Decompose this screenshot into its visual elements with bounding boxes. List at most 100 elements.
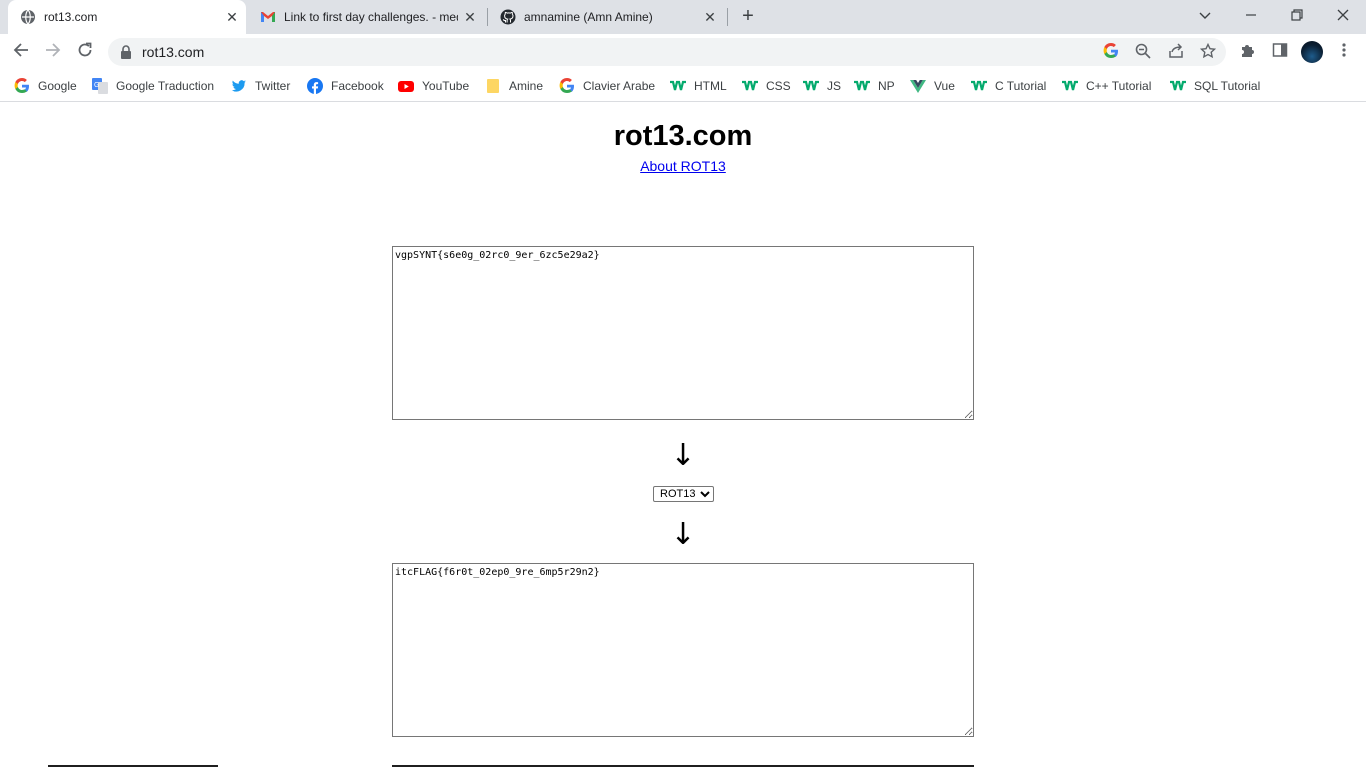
bookmark-html[interactable]: HTML [670,76,727,96]
bookmark-label: C Tutorial [995,79,1047,93]
bookmark-label: Facebook [331,79,384,93]
reload-button[interactable] [72,39,98,65]
bookmark-clavier-arabe[interactable]: Clavier Arabe [559,76,655,96]
output-textarea[interactable]: itcFLAG{f6r0t_02ep0_9re_6mp5r29n2} [392,563,974,737]
down-arrow-icon: ↓ [670,438,696,473]
github-icon [500,9,516,25]
w3schools-icon [971,80,987,91]
address-bar[interactable]: rot13.com [108,38,1226,66]
bookmark-js[interactable]: JS [803,76,841,96]
tab-title: rot13.com [44,10,98,24]
globe-icon [21,9,35,25]
restore-icon [1291,9,1303,21]
url-text[interactable]: rot13.com [142,44,204,60]
input-textarea[interactable]: vgpSYNT{s6e0g_02rc0_9er_6zc5e29a2} [392,246,974,420]
tab-search-button[interactable] [1193,5,1217,27]
tab-title: amnamine (Amn Amine) [524,10,653,24]
bookmark-label: Google Traduction [116,79,215,93]
w3schools-icon [1170,80,1186,91]
tab-gmail[interactable]: Link to first day challenges. - med ✕ [248,0,486,34]
w3schools-icon [670,80,686,91]
zoom-out-icon [1135,43,1151,59]
bookmark-vue[interactable]: Vue [910,76,955,96]
svg-text:G: G [94,82,99,89]
close-window-button[interactable] [1331,5,1355,27]
bookmark-twitter[interactable]: Twitter [231,76,290,96]
twitter-icon [231,80,246,92]
side-panel-icon [1272,43,1288,57]
bottom-edge-segment [48,765,218,767]
bookmark-star-button[interactable] [1199,42,1217,61]
w3schools-icon [1062,80,1078,91]
bookmark-cpp-tutorial[interactable]: C++ Tutorial [1062,76,1151,96]
google-translate-icon: G [92,78,108,94]
tab-strip: rot13.com ✕ Link to first day challenges… [0,0,1366,34]
bookmark-folder-amine[interactable]: Amine [485,76,543,96]
tab-github[interactable]: amnamine (Amn Amine) ✕ [488,0,726,34]
bookmark-label: Clavier Arabe [583,79,656,93]
bookmark-css[interactable]: CSS [742,76,791,96]
close-tab-icon[interactable]: ✕ [224,9,240,25]
vue-icon [910,80,926,93]
bookmark-label: Google [38,79,77,93]
bottom-edge-segment [392,765,974,767]
kebab-menu-icon [1342,43,1346,57]
about-rot13-link[interactable]: About ROT13 [640,158,726,174]
youtube-icon [398,81,414,92]
profile-avatar[interactable] [1301,41,1323,63]
bookmark-label: CSS [766,79,791,93]
google-icon [559,78,574,93]
w3schools-icon [742,80,758,91]
forward-button[interactable] [40,39,66,65]
bookmarks-bar: Google G Google Traduction Twitter Faceb… [0,70,1366,102]
w3schools-icon [854,80,870,91]
page-title: rot13.com [613,120,753,152]
bottom-edge [0,764,1366,768]
bookmark-label: HTML [694,79,727,93]
close-tab-icon[interactable]: ✕ [702,9,718,25]
gmail-icon [261,12,275,22]
bookmark-google-traduction[interactable]: G Google Traduction [92,76,214,96]
bookmark-label: C++ Tutorial [1086,79,1152,93]
bookmark-label: Amine [509,79,544,93]
bookmark-c-tutorial[interactable]: C Tutorial [971,76,1046,96]
close-tab-icon[interactable]: ✕ [462,9,478,25]
bookmark-label: NP [878,79,895,93]
bookmark-facebook[interactable]: Facebook [307,76,384,96]
arrow-left-icon [13,43,28,57]
tab-separator [727,8,728,26]
back-button[interactable] [8,39,34,65]
chevron-down-icon [1199,12,1211,19]
google-icon [1103,43,1118,58]
bookmark-sql-tutorial[interactable]: SQL Tutorial [1170,76,1260,96]
bookmark-label: Vue [934,79,955,93]
web-page: rot13.com About ROT13 vgpSYNT{s6e0g_02rc… [0,103,1366,768]
share-button[interactable] [1167,43,1185,61]
arrow-right-icon [46,43,61,57]
tab-rot13[interactable]: rot13.com ✕ [8,0,246,34]
browser-toolbar: rot13.com [0,34,1366,70]
browser-menu-button[interactable] [1334,42,1354,62]
minimize-button[interactable] [1239,5,1263,27]
bookmark-label: Twitter [255,79,291,93]
reload-icon [78,42,92,57]
lock-icon [121,45,131,59]
new-tab-button[interactable]: + [736,6,760,28]
side-panel-button[interactable] [1270,42,1290,62]
zoom-button[interactable] [1134,43,1152,61]
bookmark-youtube[interactable]: YouTube [398,76,469,96]
down-arrow-icon: ↓ [670,517,696,552]
cipher-select[interactable]: ROT13 [653,486,714,502]
bookmark-google[interactable]: Google [14,76,77,96]
bookmark-np[interactable]: NP [854,76,895,96]
extensions-button[interactable] [1238,42,1258,62]
close-icon [1337,9,1349,21]
folder-icon [487,79,499,93]
restore-button[interactable] [1285,5,1309,27]
facebook-icon [307,78,323,94]
bookmark-label: YouTube [422,79,470,93]
star-icon [1199,42,1217,59]
google-lens-icon[interactable] [1102,43,1120,61]
puzzle-icon [1242,45,1254,57]
bookmark-label: JS [827,79,842,93]
